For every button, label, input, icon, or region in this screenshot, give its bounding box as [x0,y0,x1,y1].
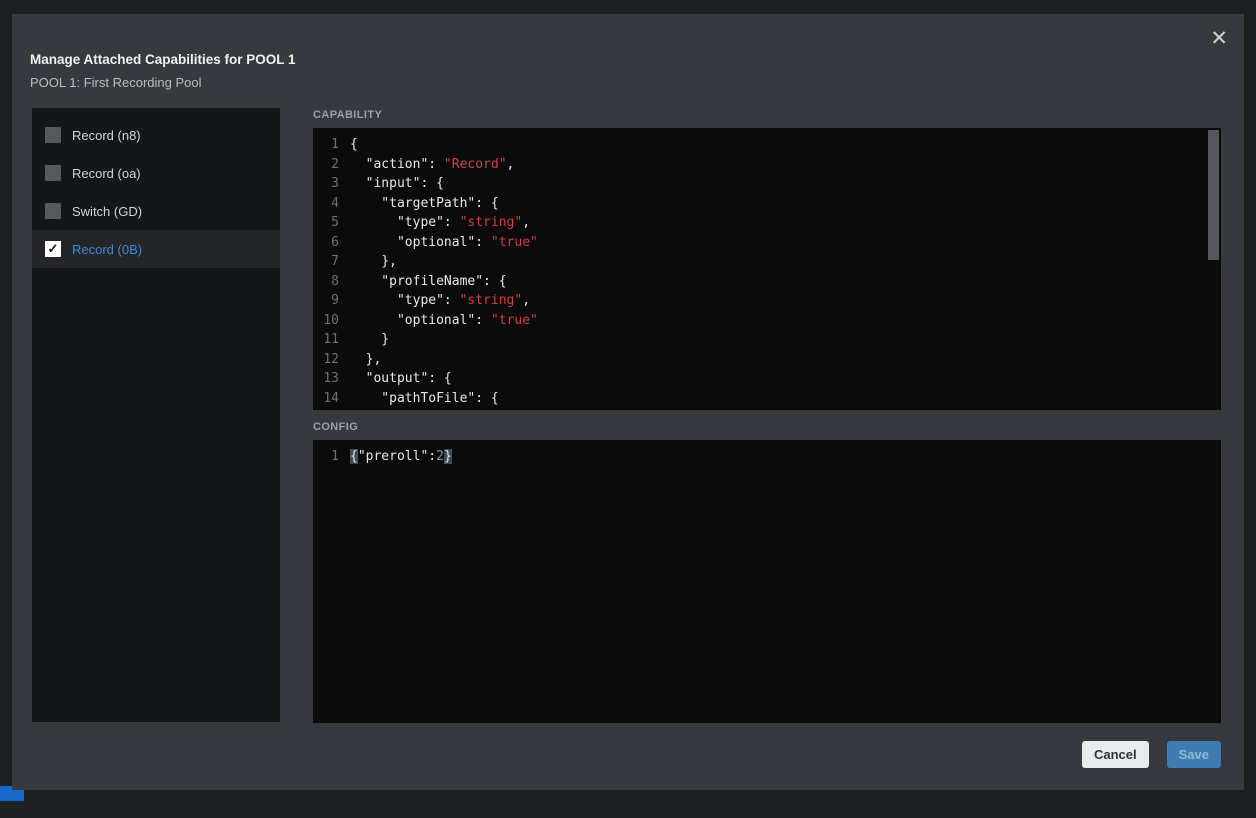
code-line: 10 "optional": "true" [313,311,1221,331]
code-line: 13 "output": { [313,369,1221,389]
capabilities-list: Record (n8) Record (oa) Switch (GD) ✓ Record… [32,108,280,722]
code-text: "input": { [350,174,444,194]
config-section-label: CONFIG [313,421,358,433]
config-code-editor[interactable]: 1 {"preroll":2} [313,440,1221,723]
modal-title: Manage Attached Capabilities for POOL 1 [30,52,296,67]
code-text: {"preroll":2} [350,447,452,467]
line-number: 1 [313,135,339,155]
line-number: 7 [313,252,339,272]
line-number: 2 [313,155,339,175]
close-icon[interactable]: ✕ [1210,28,1228,49]
modal-footer: Cancel Save [1082,741,1221,768]
code-text: "action": "Record", [350,155,514,175]
code-line: 4 "targetPath": { [313,194,1221,214]
line-number: 8 [313,272,339,292]
code-line: 12 }, [313,350,1221,370]
code-line: 1{ [313,135,1221,155]
code-text: "targetPath": { [350,194,499,214]
code-text: "optional": "true" [350,311,538,331]
code-line: 8 "profileName": { [313,272,1221,292]
line-number: 5 [313,213,339,233]
editor-scrollbar[interactable] [1208,130,1219,260]
line-number: 14 [313,389,339,409]
code-text: "output": { [350,369,452,389]
capability-list-item[interactable]: Switch (GD) [32,192,280,230]
capability-list-item[interactable]: ✓ Record (0B) [32,230,280,268]
code-line: 6 "optional": "true" [313,233,1221,253]
code-text: }, [350,350,381,370]
line-number: 3 [313,174,339,194]
capability-item-label: Record (0B) [72,242,142,257]
capability-code-editor[interactable]: 1{2 "action": "Record",3 "input": {4 "ta… [313,128,1221,410]
checkbox-unchecked-icon[interactable] [45,165,61,181]
save-button[interactable]: Save [1167,741,1221,768]
line-number: 11 [313,330,339,350]
code-text: "type": "string", [350,291,530,311]
capability-section-label: CAPABILITY [313,109,382,121]
code-line: 14 "pathToFile": { [313,389,1221,409]
code-text: } [350,330,389,350]
checkbox-unchecked-icon[interactable] [45,127,61,143]
line-number: 12 [313,350,339,370]
manage-capabilities-modal: ✕ Manage Attached Capabilities for POOL … [12,14,1244,790]
code-text: { [350,135,358,155]
cancel-button[interactable]: Cancel [1082,741,1149,768]
code-line: 11 } [313,330,1221,350]
code-line: 5 "type": "string", [313,213,1221,233]
capability-list-item[interactable]: Record (oa) [32,154,280,192]
line-number: 6 [313,233,339,253]
line-number: 10 [313,311,339,331]
code-line: 9 "type": "string", [313,291,1221,311]
line-number: 4 [313,194,339,214]
code-text: "profileName": { [350,272,507,292]
modal-subtitle: POOL 1: First Recording Pool [30,75,201,90]
capability-item-label: Record (oa) [72,166,141,181]
code-line: 1 {"preroll":2} [313,447,1221,467]
checkbox-unchecked-icon[interactable] [45,203,61,219]
capability-item-label: Switch (GD) [72,204,142,219]
line-number: 1 [313,447,339,467]
checkbox-checked-icon[interactable]: ✓ [45,241,61,257]
line-number: 9 [313,291,339,311]
code-line: 2 "action": "Record", [313,155,1221,175]
code-text: "type": "string", [350,213,530,233]
capability-list-item[interactable]: Record (n8) [32,116,280,154]
code-line: 7 }, [313,252,1221,272]
line-number: 13 [313,369,339,389]
code-text: "pathToFile": { [350,389,499,409]
capability-item-label: Record (n8) [72,128,141,143]
code-line: 3 "input": { [313,174,1221,194]
code-text: }, [350,252,397,272]
code-text: "optional": "true" [350,233,538,253]
